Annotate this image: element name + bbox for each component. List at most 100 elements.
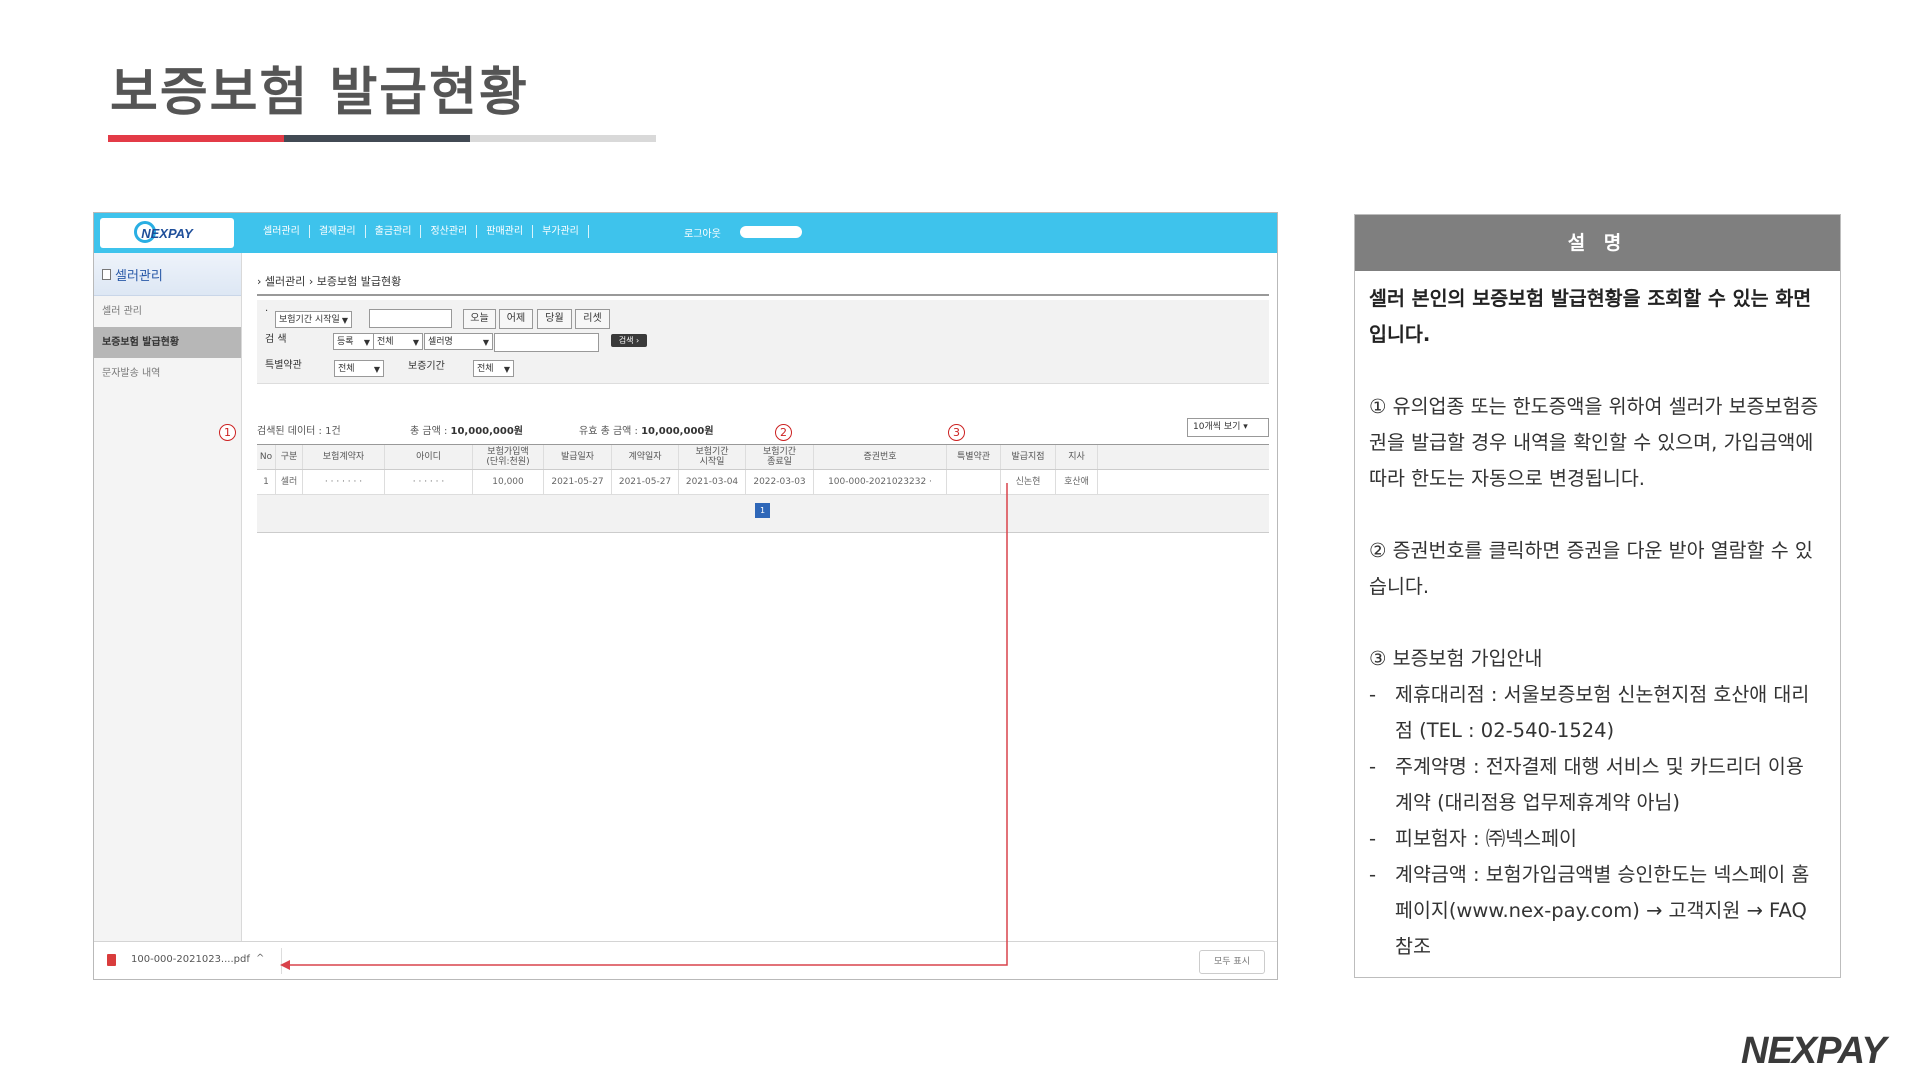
user-name-pill <box>740 226 802 238</box>
bullet-partner-agency: 제휴대리점 : 서울보증보험 신논현지점 호산애 대리점 (TEL : 02-5… <box>1395 683 1810 742</box>
list-item: - 주계약명 : 전자결제 대행 서비스 및 카드리더 이용 계약 (대리점용 업… <box>1369 749 1826 821</box>
search-field-value: 셀러명 <box>428 337 453 347</box>
callout-marker-2: 2 <box>775 424 792 441</box>
logout-link[interactable]: 로그아웃 <box>684 225 721 240</box>
list-item: - 계약금액 : 보험가입금액별 승인한도는 넥스페이 홈페이지(www.nex-… <box>1369 857 1826 965</box>
description-point-3-title: ③ 보증보험 가입안내 <box>1369 647 1543 670</box>
title-underline <box>108 135 656 142</box>
today-button[interactable]: 오늘 <box>463 309 496 329</box>
certificate-number-link[interactable]: 100-000-2021023232 · <box>814 470 947 494</box>
sidebar: 셀러관리 셀러 관리 보증보험 발급현황 문자발송 내역 <box>94 253 242 979</box>
date-row-bullet: · <box>265 306 269 317</box>
bullet-dash: - <box>1369 863 1377 886</box>
show-all-downloads-button[interactable]: 모두 표시 <box>1199 950 1265 974</box>
top-menu: 셀러관리 결제관리 출금관리 정산관리 판매관리 부가관리 <box>254 225 589 238</box>
nexpay-logo[interactable]: NEXPAY <box>100 218 234 248</box>
main-content: › 셀러관리 › 보증보험 발급현황 · 보험기간 시작일 ▼ 오늘 어제 당월 … <box>257 253 1272 979</box>
chevron-down-icon: ▼ <box>482 338 489 347</box>
slide-title: 보증보험 발급현황 <box>110 63 529 123</box>
top-menu-item-withdrawal[interactable]: 출금관리 <box>366 225 422 238</box>
column-header: 특별약관 <box>947 445 1001 469</box>
column-header: 계약일자 <box>612 445 679 469</box>
bullet-dash: - <box>1369 755 1377 778</box>
column-header: 보험계약자 <box>303 445 385 469</box>
table-row[interactable]: 1 셀러 · · · · · · · · · · · · · 10,000 2021-05… <box>257 470 1269 495</box>
date-type-select[interactable]: 보험기간 시작일 ▼ <box>275 311 352 328</box>
sidebar-item-seller-management[interactable]: 셀러 관리 <box>94 296 241 327</box>
top-menu-item-payment[interactable]: 결제관리 <box>310 225 366 238</box>
date-input[interactable] <box>369 309 452 328</box>
table-cell: · · · · · · · <box>303 470 385 494</box>
pdf-file-icon <box>107 954 116 966</box>
description-header: 설 명 <box>1355 215 1840 271</box>
insurance-table: No 구분 보험계약자 아이디 보험가입액 (단위:천원) 발급일자 계약일자 보험기간 시작… <box>257 444 1269 533</box>
callout-marker-1: 1 <box>219 424 236 441</box>
table-cell: 10,000 <box>473 470 544 494</box>
category-select[interactable]: 전체 ▼ <box>373 333 423 350</box>
column-header: 증권번호 <box>814 445 947 469</box>
chevron-down-icon: ▼ <box>503 365 510 374</box>
top-nav-bar: NEXPAY 셀러관리 결제관리 출금관리 정산관리 판매관리 부가관리 로그아… <box>94 213 1277 253</box>
special-terms-select[interactable]: 전체 ▼ <box>334 360 384 377</box>
this-month-button[interactable]: 당월 <box>537 309 572 329</box>
found-count: 검색된 데이터 : 1건 <box>257 426 341 437</box>
chevron-down-icon: ▼ <box>412 338 419 347</box>
period-select-value: 전체 <box>477 364 494 374</box>
description-point-2: ② 증권번호를 클릭하면 증권을 다운 받아 열람할 수 있습니다. <box>1369 539 1813 598</box>
bullet-dash: - <box>1369 683 1377 706</box>
table-cell: 호산애 <box>1056 470 1098 494</box>
search-button[interactable]: 검색 › <box>611 334 647 347</box>
page-1-button[interactable]: 1 <box>755 503 770 518</box>
sidebar-header-label: 셀러관리 <box>115 268 163 284</box>
list-item: - 제휴대리점 : 서울보증보험 신논현지점 호산애 대리점 (TEL : 02-… <box>1369 677 1826 749</box>
table-cell: 1 <box>257 470 276 494</box>
top-menu-item-sales[interactable]: 판매관리 <box>477 225 534 238</box>
top-menu-item-seller[interactable]: 셀러관리 <box>254 225 310 238</box>
search-keyword-input[interactable] <box>494 333 599 352</box>
column-header: 지사 <box>1056 445 1098 469</box>
description-intro: 셀러 본인의 보증보험 발급현황을 조회할 수 있는 화면입니다. <box>1369 287 1812 346</box>
search-label: 검 색 <box>265 334 287 345</box>
page-size-select[interactable]: 10개씩 보기 ▾ <box>1187 418 1269 437</box>
sidebar-item-insurance-status[interactable]: 보증보험 발급현황 <box>94 327 241 358</box>
table-header: No 구분 보험계약자 아이디 보험가입액 (단위:천원) 발급일자 계약일자 보험기간 시작… <box>257 444 1269 470</box>
chevron-up-icon[interactable]: ^ <box>256 953 264 964</box>
page-size-value: 10개씩 보기 <box>1193 422 1241 432</box>
search-field-select[interactable]: 셀러명 ▼ <box>424 333 493 350</box>
table-cell: 2022-03-03 <box>746 470 814 494</box>
column-header: 보험기간 시작일 <box>679 445 746 469</box>
total-amount: 총 금액 : 10,000,000원 <box>410 422 523 437</box>
brand-logo: NEXPAY <box>1741 1030 1887 1072</box>
sidebar-item-sms-history[interactable]: 문자발송 내역 <box>94 358 241 389</box>
status-select[interactable]: 등록 ▼ <box>333 333 374 350</box>
downloaded-file[interactable]: 100-000-2021023....pdf <box>131 954 250 965</box>
special-terms-value: 전체 <box>338 364 355 374</box>
table-cell: 신논현 <box>1001 470 1056 494</box>
reset-button[interactable]: 리셋 <box>575 309 610 329</box>
top-menu-item-settlement[interactable]: 정산관리 <box>421 225 478 238</box>
period-select[interactable]: 전체 ▼ <box>473 360 514 377</box>
underline-segment-dark <box>284 135 470 142</box>
app-screenshot: NEXPAY 셀러관리 결제관리 출금관리 정산관리 판매관리 부가관리 로그아… <box>93 212 1278 980</box>
bullet-main-contract: 주계약명 : 전자결제 대행 서비스 및 카드리더 이용 계약 (대리점용 업무… <box>1395 755 1804 814</box>
column-header: 구분 <box>276 445 303 469</box>
column-header: 발급지점 <box>1001 445 1056 469</box>
breadcrumb-divider <box>257 294 1269 296</box>
chevron-down-icon: ▼ <box>373 365 380 374</box>
document-icon <box>102 268 111 280</box>
description-panel: 설 명 셀러 본인의 보증보험 발급현황을 조회할 수 있는 화면입니다. ① … <box>1354 214 1841 978</box>
yesterday-button[interactable]: 어제 <box>499 309 533 329</box>
total-amount-value: 10,000,000원 <box>450 426 523 437</box>
bullet-contract-amount: 계약금액 : 보험가입금액별 승인한도는 넥스페이 홈페이지(www.nex-p… <box>1395 863 1810 958</box>
list-item: - 피보험자 : ㈜넥스페이 <box>1369 821 1826 857</box>
top-menu-item-extra[interactable]: 부가관리 <box>533 225 589 238</box>
callout-marker-3: 3 <box>948 424 965 441</box>
total-amount-label: 총 금액 : <box>410 426 451 437</box>
chevron-down-icon: ▼ <box>341 316 348 325</box>
underline-segment-red <box>108 135 284 142</box>
download-separator <box>281 948 282 974</box>
logo-text: NEXPAY <box>141 225 193 241</box>
bullet-dash: - <box>1369 827 1377 850</box>
